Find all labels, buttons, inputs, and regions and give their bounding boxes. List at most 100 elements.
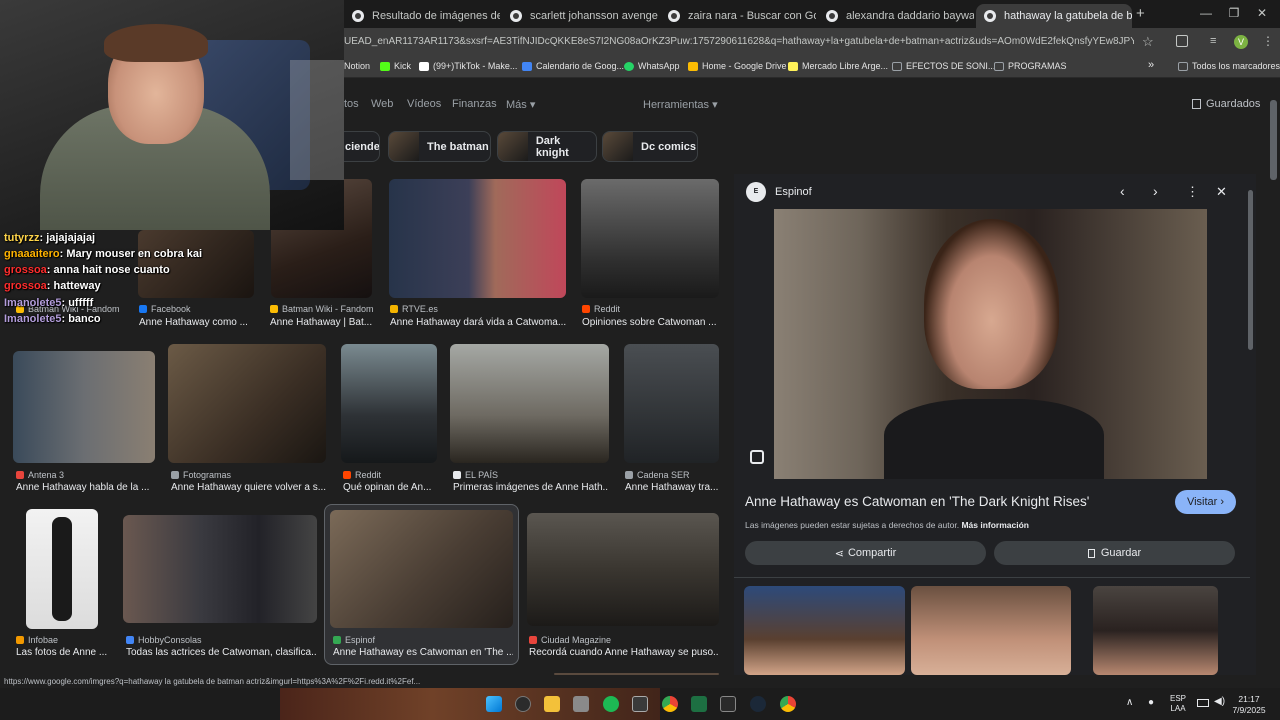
- minimize-icon[interactable]: —: [1196, 6, 1216, 20]
- result-image[interactable]: [389, 179, 566, 298]
- tab-label: zaira nara - Buscar con Google: [688, 10, 816, 22]
- result-image[interactable]: [26, 509, 98, 629]
- tools-button[interactable]: Herramientas ▾: [643, 98, 718, 111]
- media-icon[interactable]: ≡: [1210, 35, 1216, 47]
- more-info-link[interactable]: Más información: [961, 520, 1029, 530]
- bookmarks-more-button[interactable]: »: [1148, 59, 1154, 71]
- result-title[interactable]: Recordá cuando Anne Hathaway se puso...: [529, 647, 719, 658]
- nav-mas[interactable]: Más ▾: [506, 98, 535, 111]
- window-close-icon[interactable]: ✕: [1252, 6, 1272, 20]
- all-bookmarks-folder[interactable]: Todos los marcadores: [1178, 61, 1280, 71]
- close-panel-icon[interactable]: ✕: [1216, 184, 1227, 200]
- result-title[interactable]: Las fotos de Anne ...: [16, 647, 110, 658]
- result-image[interactable]: [554, 673, 719, 675]
- result-title[interactable]: Anne Hathaway es Catwoman en 'The ...: [333, 647, 513, 658]
- bookmark-star-icon[interactable]: ☆: [1142, 34, 1154, 50]
- bookmark-notion[interactable]: Notion: [344, 61, 370, 71]
- menu-icon[interactable]: ⋮: [1262, 34, 1274, 48]
- extensions-icon[interactable]: [1176, 35, 1188, 47]
- saved-button[interactable]: Guardados: [1192, 98, 1260, 110]
- nav-todos[interactable]: tos: [344, 98, 359, 110]
- tray-chevron-icon[interactable]: ∧: [1126, 697, 1133, 708]
- tab-google-images[interactable]: Resultado de imágenes de Goo ✕: [344, 4, 500, 28]
- network-icon[interactable]: [1197, 699, 1209, 707]
- bookmark-efectos[interactable]: EFECTOS DE SONI...: [892, 61, 995, 71]
- share-button[interactable]: ⋖ Compartir: [745, 541, 986, 565]
- bookmark-calendar[interactable]: Calendario de Goog...: [522, 61, 624, 71]
- result-image[interactable]: [624, 344, 719, 463]
- tab-zaira[interactable]: zaira nara - Buscar con Google ✕: [660, 4, 816, 28]
- chip-dark-knight[interactable]: Dark knight: [497, 131, 597, 162]
- microphone-icon[interactable]: ●: [1148, 697, 1154, 708]
- prev-arrow-icon[interactable]: ‹: [1120, 183, 1125, 199]
- result-image[interactable]: [330, 510, 513, 628]
- result-title[interactable]: Todas las actrices de Catwoman, clasific…: [126, 647, 316, 658]
- task-view-icon[interactable]: [515, 696, 531, 712]
- restore-icon[interactable]: ❐: [1224, 6, 1244, 20]
- result-image[interactable]: [450, 344, 609, 463]
- nav-web[interactable]: Web: [371, 98, 393, 110]
- bookmark-programas[interactable]: PROGRAMAS: [994, 61, 1067, 71]
- new-tab-button[interactable]: +: [1136, 5, 1145, 22]
- nav-videos[interactable]: Vídeos: [407, 98, 441, 110]
- file-explorer-icon[interactable]: [544, 696, 560, 712]
- result-title[interactable]: Anne Hathaway tra...: [625, 482, 719, 493]
- more-options-icon[interactable]: ⋮: [1186, 184, 1199, 200]
- result-image[interactable]: [527, 513, 719, 626]
- volume-icon[interactable]: ◀): [1214, 696, 1225, 707]
- result-image[interactable]: [581, 179, 719, 298]
- result-image[interactable]: [13, 351, 155, 463]
- related-image[interactable]: [911, 586, 1071, 675]
- result-image[interactable]: [168, 344, 326, 463]
- nav-finanzas[interactable]: Finanzas: [452, 98, 497, 110]
- clock[interactable]: 21:17 7/9/2025: [1232, 694, 1266, 716]
- result-image[interactable]: [341, 344, 437, 463]
- tab-alexandra[interactable]: alexandra daddario baywatch ✕: [818, 4, 974, 28]
- lens-search-icon[interactable]: [750, 450, 764, 464]
- profile-avatar[interactable]: V: [1234, 35, 1248, 49]
- result-title[interactable]: Primeras imágenes de Anne Hath...: [453, 482, 609, 493]
- chrome-profile-icon[interactable]: [780, 696, 796, 712]
- detail-source[interactable]: Espinof: [775, 186, 812, 198]
- steam-icon[interactable]: [750, 696, 766, 712]
- chrome-icon[interactable]: [662, 696, 678, 712]
- store-icon[interactable]: [573, 696, 589, 712]
- detail-title[interactable]: Anne Hathaway es Catwoman en 'The Dark K…: [745, 494, 1165, 509]
- tab-hathaway[interactable]: hathaway la gatubela de batm ✕: [976, 4, 1132, 28]
- result-image[interactable]: [123, 515, 317, 623]
- next-arrow-icon[interactable]: ›: [1153, 183, 1158, 199]
- chip-dc-comics[interactable]: Dc comics: [602, 131, 698, 162]
- result-title[interactable]: Anne Hathaway quiere volver a s...: [171, 482, 327, 493]
- detail-image[interactable]: [774, 209, 1207, 479]
- url-field[interactable]: UEAD_enAR1173AR1173&sxsrf=AE3TifNJIDcQKK…: [344, 36, 1134, 47]
- google-icon: [668, 10, 680, 22]
- result-title[interactable]: Qué opinan de An...: [343, 482, 439, 493]
- result-title[interactable]: Anne Hathaway dará vida a Catwoma...: [390, 317, 568, 328]
- whatsapp-icon: [624, 61, 634, 71]
- result-title[interactable]: Anne Hathaway | Bat...: [270, 317, 374, 328]
- related-image[interactable]: [744, 586, 905, 675]
- save-button[interactable]: Guardar: [994, 541, 1235, 565]
- bookmark-mercadolibre[interactable]: Mercado Libre Arge...: [788, 61, 888, 71]
- visit-button[interactable]: Visitar ›: [1175, 490, 1236, 514]
- portrait-face: [924, 219, 1059, 389]
- result-title[interactable]: Opiniones sobre Catwoman ...: [582, 317, 718, 328]
- panel-scrollbar[interactable]: [1248, 190, 1253, 350]
- start-icon[interactable]: [486, 696, 502, 712]
- tab-scarlett[interactable]: scarlett johansson avengers 1 ✕: [502, 4, 658, 28]
- epic-games-icon[interactable]: [720, 696, 736, 712]
- bookmark-tiktok[interactable]: (99+)TikTok - Make...: [419, 61, 517, 71]
- page-scrollbar[interactable]: [1270, 100, 1277, 180]
- chip-the-batman[interactable]: The batman: [388, 131, 491, 162]
- spotify-icon[interactable]: [603, 696, 619, 712]
- language-indicator[interactable]: ESP LAA: [1170, 694, 1186, 714]
- result-title[interactable]: Anne Hathaway habla de la ...: [16, 482, 156, 493]
- excel-icon[interactable]: [691, 696, 707, 712]
- related-image[interactable]: [1093, 586, 1218, 675]
- bookmark-drive[interactable]: Home - Google Drive: [688, 61, 787, 71]
- result-title[interactable]: Anne Hathaway como ...: [139, 317, 261, 328]
- app-icon[interactable]: [632, 696, 648, 712]
- bookmark-label: Mercado Libre Arge...: [802, 61, 889, 71]
- bookmark-kick[interactable]: Kick: [380, 61, 411, 71]
- bookmark-whatsapp[interactable]: WhatsApp: [624, 61, 680, 71]
